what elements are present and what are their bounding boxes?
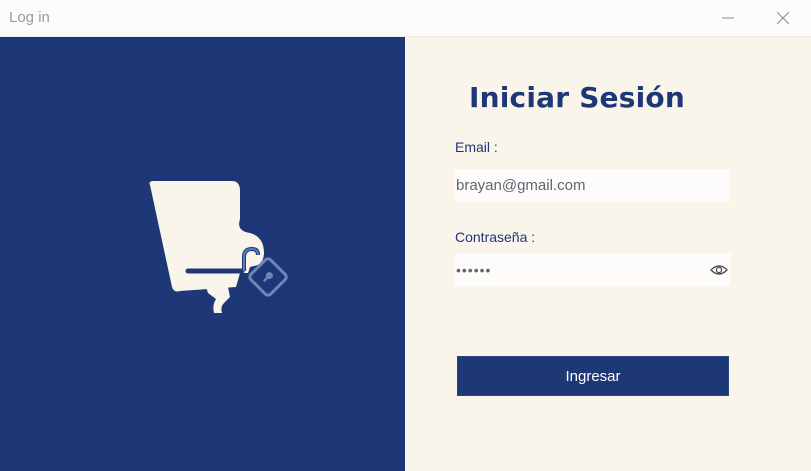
login-button[interactable]: Ingresar <box>457 356 729 396</box>
eye-icon[interactable] <box>710 263 728 277</box>
password-field[interactable] <box>455 253 731 286</box>
login-panel: Iniciar Sesión Email : Contraseña : Ingr… <box>405 37 811 471</box>
window-title: Log in <box>9 9 50 26</box>
brand-logo-icon <box>149 181 288 313</box>
minimize-button[interactable] <box>705 0 751 36</box>
email-label: Email : <box>455 139 498 155</box>
title-bar: Log in <box>0 0 811 37</box>
login-heading: Iniciar Sesión <box>469 81 685 114</box>
brand-panel <box>0 37 405 471</box>
close-button[interactable] <box>760 0 806 36</box>
minimize-icon <box>722 17 734 19</box>
password-label: Contraseña : <box>455 229 536 245</box>
close-icon <box>777 12 789 24</box>
email-field[interactable] <box>455 169 730 202</box>
